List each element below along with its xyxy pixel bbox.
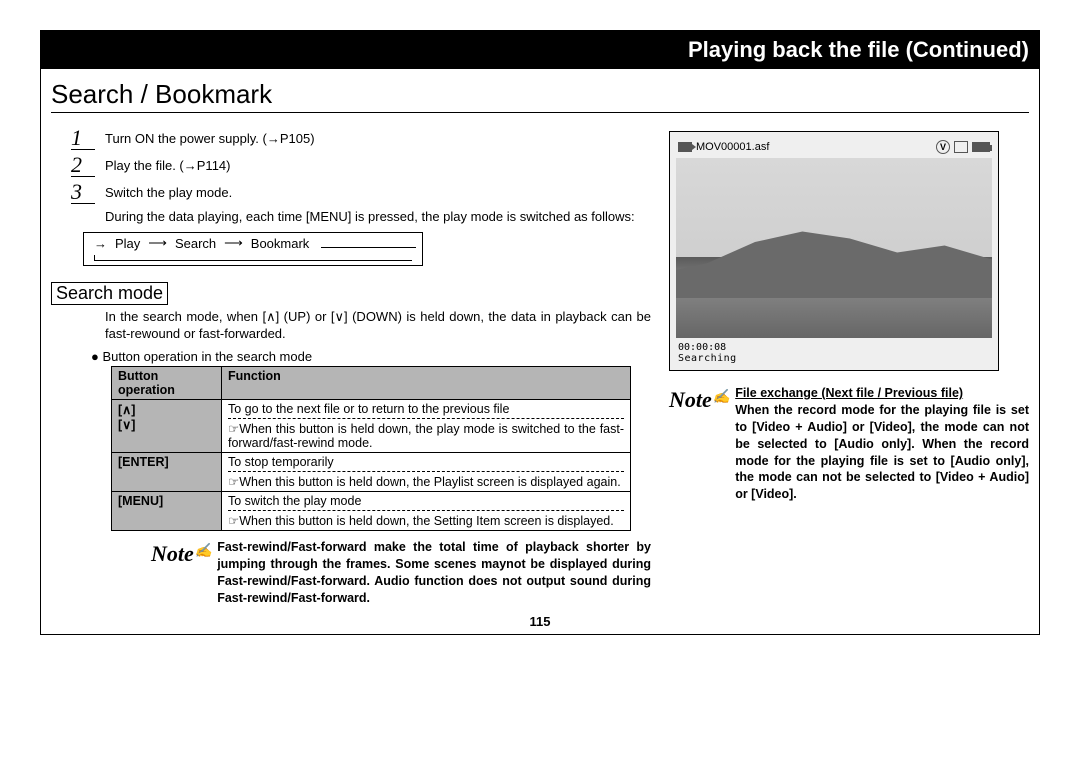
left-column: 1 Turn ON the power supply. (→P105) 2 Pl… (51, 123, 651, 606)
func-up-down: To go to the next file or to return to t… (222, 399, 631, 452)
video-icon (678, 142, 692, 152)
manual-page: Playing back the file (Continued) Search… (40, 30, 1040, 635)
search-mode-description: In the search mode, when [∧] (UP) or [∨]… (105, 309, 651, 343)
step-text: Turn ON the power supply. (→P105) (105, 127, 315, 146)
page-number: 115 (41, 614, 1039, 629)
col-function: Function (222, 366, 631, 399)
playback-time: 00:00:08 (678, 342, 990, 353)
step-text: Play the file. (→P114) (105, 154, 230, 173)
step-text: Switch the play mode. (105, 181, 232, 200)
step-2: 2 Play the file. (→P114) (71, 154, 651, 177)
btn-up-down: [∧] [∨] (112, 399, 222, 452)
section-title: Search / Bookmark (51, 79, 1029, 113)
note-left-text: Fast-rewind/Fast-forward make the total … (217, 539, 651, 607)
page-header: Playing back the file (Continued) (41, 31, 1039, 69)
step-number: 2 (71, 154, 95, 177)
note-right-title: File exchange (Next file / Previous file… (735, 386, 963, 400)
step-3: 3 Switch the play mode. (71, 181, 651, 204)
note-left: Note Fast-rewind/Fast-forward make the t… (151, 539, 651, 607)
ops-bullet: Button operation in the search mode (91, 349, 651, 364)
step-number: 1 (71, 127, 95, 150)
flow-diagram: → Play ⟶ Search ⟶ Bookmark (83, 232, 423, 266)
playback-screen: MOV00001.asf V 00:00:08 Searching (669, 131, 999, 371)
step-number: 3 (71, 181, 95, 204)
video-frame (676, 158, 992, 338)
func-menu: To switch the play mode ☞When this butto… (222, 491, 631, 530)
note-right-text: When the record mode for the playing fil… (735, 403, 1029, 501)
btn-menu: [MENU] (112, 491, 222, 530)
note-right-body: File exchange (Next file / Previous file… (735, 385, 1029, 503)
note-icon: Note (151, 539, 211, 569)
screen-filename: MOV00001.asf (678, 141, 769, 153)
battery-icon (972, 142, 990, 152)
btn-enter: [ENTER] (112, 452, 222, 491)
screen-status-icons: V (936, 140, 990, 154)
playback-status: Searching (678, 353, 990, 364)
right-column: MOV00001.asf V 00:00:08 Searching (669, 123, 1029, 606)
card-icon (954, 141, 968, 153)
search-mode-heading: Search mode (51, 282, 168, 305)
col-button-op: Button operation (112, 366, 222, 399)
v-badge-icon: V (936, 140, 950, 154)
step-1: 1 Turn ON the power supply. (→P105) (71, 127, 651, 150)
func-enter: To stop temporarily ☞When this button is… (222, 452, 631, 491)
flow-search: Search (175, 236, 216, 251)
flow-play: Play (115, 236, 140, 251)
note-icon: Note (669, 385, 729, 415)
step-3-sub: During the data playing, each time [MENU… (105, 208, 651, 226)
note-right: Note File exchange (Next file / Previous… (669, 385, 1029, 503)
button-operations-table: Button operation Function [∧] [∨] To go … (111, 366, 631, 531)
flow-bookmark: Bookmark (251, 236, 310, 251)
